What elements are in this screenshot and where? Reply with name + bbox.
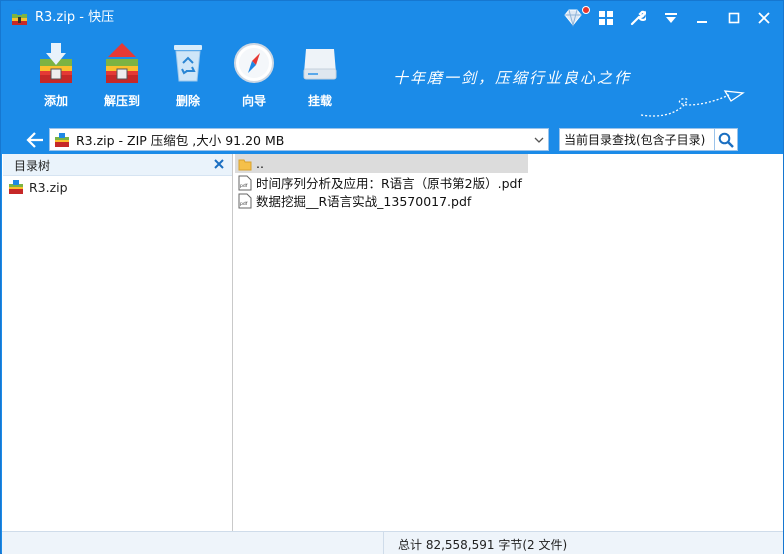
app-window: R3.zip - 快压 添加 解压到 删除 向导 挂载 十年磨一剑，压缩行业良心… xyxy=(0,0,784,554)
file-row-parent[interactable]: .. xyxy=(235,154,528,173)
svg-text:pdf: pdf xyxy=(240,201,248,207)
extract-to-button[interactable]: 解压到 xyxy=(94,41,150,111)
file-list-pane: .. pdf 时间序列分析及应用：R语言（原书第2版）.pdf pdf 数据挖掘… xyxy=(235,154,783,531)
close-icon[interactable] xyxy=(753,7,775,29)
arrow-left-icon xyxy=(26,132,43,148)
compass-icon xyxy=(234,43,274,83)
file-name: 时间序列分析及应用：R语言（原书第2版）.pdf xyxy=(256,176,522,191)
delete-label: 删除 xyxy=(175,94,200,108)
title-bar[interactable]: R3.zip - 快压 xyxy=(1,1,783,35)
directory-tree-pane: 目录树 R3.zip xyxy=(3,154,233,531)
search-input[interactable]: 当前目录查找(包含子目录) xyxy=(559,128,715,151)
content-area: 目录树 R3.zip .. pdf 时间序列分析及应用：R语言（原书第2版）.p… xyxy=(2,154,783,531)
wizard-button[interactable]: 向导 xyxy=(226,41,282,111)
window-title: R3.zip - 快压 xyxy=(35,10,115,25)
svg-text:pdf: pdf xyxy=(240,183,248,189)
search-icon xyxy=(718,132,734,148)
drive-icon xyxy=(303,49,337,80)
wrench-icon[interactable] xyxy=(627,7,649,29)
status-bar: 总计 82,558,591 字节(2 文件) xyxy=(2,531,783,554)
add-label: 添加 xyxy=(43,94,68,108)
directory-tree-title: 目录树 xyxy=(14,159,51,173)
file-name: .. xyxy=(256,156,264,171)
app-logo-icon xyxy=(12,9,27,25)
notification-badge xyxy=(582,6,590,14)
delete-button[interactable]: 删除 xyxy=(160,41,216,111)
minimize-icon[interactable] xyxy=(691,7,713,29)
skin-icon[interactable] xyxy=(562,7,584,29)
zip-file-icon xyxy=(55,132,69,147)
directory-tree-header: 目录树 xyxy=(3,154,232,176)
paper-plane-icon xyxy=(640,90,745,117)
close-pane-icon[interactable] xyxy=(212,157,226,171)
back-button[interactable] xyxy=(23,129,47,151)
mount-label: 挂载 xyxy=(307,94,332,108)
address-dropdown[interactable] xyxy=(532,132,546,148)
add-archive-icon xyxy=(40,43,72,83)
mount-button[interactable]: 挂载 xyxy=(292,41,348,111)
zip-file-icon xyxy=(9,180,23,194)
slogan-text: 十年磨一剑，压缩行业良心之作 xyxy=(393,69,632,87)
status-summary: 总计 82,558,591 字节(2 文件) xyxy=(398,538,568,552)
pdf-file-icon: pdf xyxy=(238,175,252,190)
search-button[interactable] xyxy=(715,128,738,151)
folder-icon xyxy=(238,159,252,170)
add-button[interactable]: 添加 xyxy=(28,41,84,111)
extract-archive-icon xyxy=(106,43,138,83)
pdf-file-icon: pdf xyxy=(238,193,252,208)
maximize-icon[interactable] xyxy=(723,7,745,29)
tree-item-root[interactable]: R3.zip xyxy=(8,179,68,195)
recycle-bin-icon xyxy=(174,45,202,82)
tree-item-label: R3.zip xyxy=(29,179,68,195)
menu-icon[interactable] xyxy=(660,7,682,29)
file-name: 数据挖掘__R语言实战_13570017.pdf xyxy=(256,194,472,209)
file-row[interactable]: pdf 数据挖掘__R语言实战_13570017.pdf xyxy=(235,191,471,210)
address-row: R3.zip - ZIP 压缩包 ,大小 91.20 MB 当前目录查找(包含子… xyxy=(1,125,783,154)
wizard-label: 向导 xyxy=(241,94,266,108)
file-row[interactable]: pdf 时间序列分析及应用：R语言（原书第2版）.pdf xyxy=(235,173,522,192)
extract-to-label: 解压到 xyxy=(103,94,140,108)
apps-grid-icon[interactable] xyxy=(595,7,617,29)
main-toolbar: 添加 解压到 删除 向导 挂载 十年磨一剑，压缩行业良心之作 xyxy=(1,35,783,125)
status-divider xyxy=(383,532,384,554)
address-path: R3.zip - ZIP 压缩包 ,大小 91.20 MB xyxy=(76,133,285,148)
chevron-down-icon xyxy=(534,137,544,143)
address-bar[interactable]: R3.zip - ZIP 压缩包 ,大小 91.20 MB xyxy=(49,128,549,151)
